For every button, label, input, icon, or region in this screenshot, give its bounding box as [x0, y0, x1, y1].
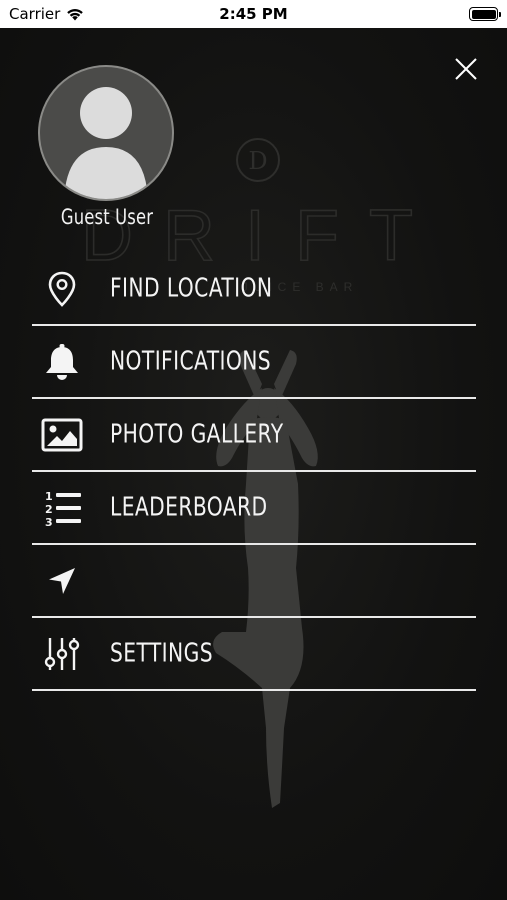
- numbered-list-icon: 1 2 3: [40, 486, 84, 530]
- logo-emblem-letter: D: [248, 147, 267, 175]
- svg-text:1: 1: [45, 490, 53, 503]
- menu-item-leaderboard[interactable]: 1 2 3 LEADERBOARD: [32, 472, 476, 545]
- menu-item-label: NOTIFICATIONS: [110, 345, 272, 376]
- svg-text:2: 2: [45, 503, 53, 516]
- navigation-arrow-icon: [40, 559, 84, 603]
- image-icon: [40, 413, 84, 457]
- user-name: Guest User: [60, 205, 154, 229]
- menu-item-label: LEADERBOARD: [110, 491, 268, 522]
- menu-item-label: FIND LOCATION: [110, 272, 273, 303]
- bell-icon: [40, 340, 84, 384]
- svg-text:3: 3: [45, 516, 53, 527]
- menu-item-notifications[interactable]: NOTIFICATIONS: [32, 326, 476, 399]
- clock: 2:45 PM: [219, 5, 288, 23]
- side-menu-drawer: D DRIFT JUICE BAR Guest User FIND LOCATI…: [0, 28, 507, 900]
- menu-item-photo-gallery[interactable]: PHOTO GALLERY: [32, 399, 476, 472]
- avatar[interactable]: [38, 65, 174, 201]
- map-pin-icon: [40, 267, 84, 311]
- close-icon[interactable]: [453, 56, 479, 82]
- menu-item-settings[interactable]: SETTINGS: [32, 618, 476, 691]
- menu-item-navigation[interactable]: [32, 545, 476, 618]
- battery-icon: [469, 7, 501, 21]
- menu-item-label: SETTINGS: [110, 637, 213, 668]
- user-silhouette-icon: [64, 87, 148, 199]
- menu-list: FIND LOCATION NOTIFICATIONS PHOTO GALLER…: [32, 253, 476, 691]
- sliders-icon: [40, 632, 84, 676]
- status-bar: Carrier 2:45 PM: [0, 0, 507, 28]
- menu-item-label: PHOTO GALLERY: [110, 418, 284, 449]
- menu-item-find-location[interactable]: FIND LOCATION: [32, 253, 476, 326]
